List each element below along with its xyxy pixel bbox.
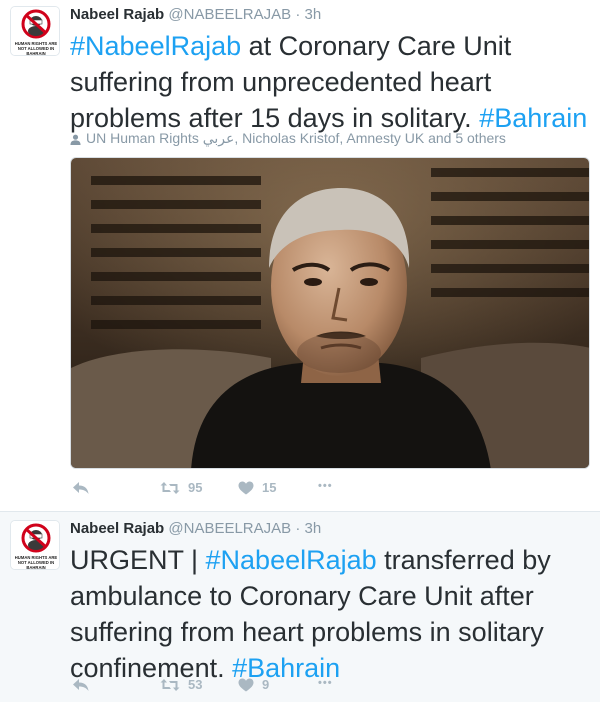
avatar-caption-3: BAHRAIN (26, 565, 45, 570)
tweet-text: URGENT | #NabeelRajab transferred by amb… (70, 542, 590, 686)
retweet-icon (160, 678, 180, 691)
separator: · (295, 520, 301, 537)
retweet-button[interactable]: 53 (160, 677, 202, 692)
tweet-header: Nabeel Rajab @NABEELRAJAB · 3h (70, 6, 321, 23)
avatar[interactable]: HUMAN RIGHTS ARE NOT ALLOWED IN BAHRAIN (10, 520, 60, 570)
hashtag-link[interactable]: #Bahrain (479, 103, 587, 133)
reply-button[interactable] (72, 677, 90, 693)
separator: · (295, 6, 301, 23)
hashtag-link[interactable]: #NabeelRajab (70, 31, 241, 61)
tweet-header: Nabeel Rajab @NABEELRAJAB · 3h (70, 520, 321, 537)
more-button[interactable]: ••• (318, 677, 333, 689)
avatar-caption-3: BAHRAIN (26, 51, 45, 56)
tweet[interactable]: HUMAN RIGHTS ARE NOT ALLOWED IN BAHRAIN … (0, 511, 600, 702)
like-button[interactable]: 15 (238, 480, 276, 495)
reply-button[interactable] (72, 480, 90, 496)
retweet-count: 53 (188, 677, 203, 692)
avatar-image: HUMAN RIGHTS ARE NOT ALLOWED IN BAHRAIN (11, 7, 59, 56)
person-icon (70, 134, 81, 145)
liked-by[interactable]: UN Human Rights عربي, Nicholas Kristof, … (70, 130, 506, 147)
tweet[interactable]: HUMAN RIGHTS ARE NOT ALLOWED IN BAHRAIN … (0, 0, 600, 511)
tweet-text: #NabeelRajab at Coronary Care Unit suffe… (70, 28, 590, 136)
like-count: 9 (262, 677, 270, 692)
author-name[interactable]: Nabeel Rajab (70, 6, 164, 23)
reply-icon (73, 679, 89, 691)
more-icon: ••• (318, 677, 333, 689)
author-handle[interactable]: @NABEELRAJAB (168, 6, 291, 23)
liked-by-text: UN Human Rights عربي, Nicholas Kristof, … (86, 130, 506, 146)
tweet-photo[interactable] (70, 157, 590, 469)
avatar[interactable]: HUMAN RIGHTS ARE NOT ALLOWED IN BAHRAIN (10, 6, 60, 56)
author-handle[interactable]: @NABEELRAJAB (168, 520, 291, 537)
retweet-icon (160, 481, 180, 494)
retweet-count: 95 (188, 480, 203, 495)
reply-icon (73, 482, 89, 494)
tweet-actions: 95 15 ••• (70, 480, 370, 500)
like-count: 15 (262, 480, 277, 495)
hashtag-link[interactable]: #NabeelRajab (206, 545, 377, 575)
timestamp[interactable]: 3h (305, 520, 322, 537)
tweet-prefix: URGENT | (70, 545, 206, 575)
author-name[interactable]: Nabeel Rajab (70, 520, 164, 537)
tweet-actions: 53 9 ••• (70, 677, 370, 697)
like-button[interactable]: 9 (238, 677, 269, 692)
avatar-image: HUMAN RIGHTS ARE NOT ALLOWED IN BAHRAIN (11, 521, 59, 570)
timestamp[interactable]: 3h (305, 6, 322, 23)
portrait-photo (71, 158, 589, 468)
heart-icon (238, 481, 254, 494)
more-icon: ••• (318, 480, 333, 492)
retweet-button[interactable]: 95 (160, 480, 202, 495)
heart-icon (238, 678, 254, 691)
more-button[interactable]: ••• (318, 480, 333, 492)
